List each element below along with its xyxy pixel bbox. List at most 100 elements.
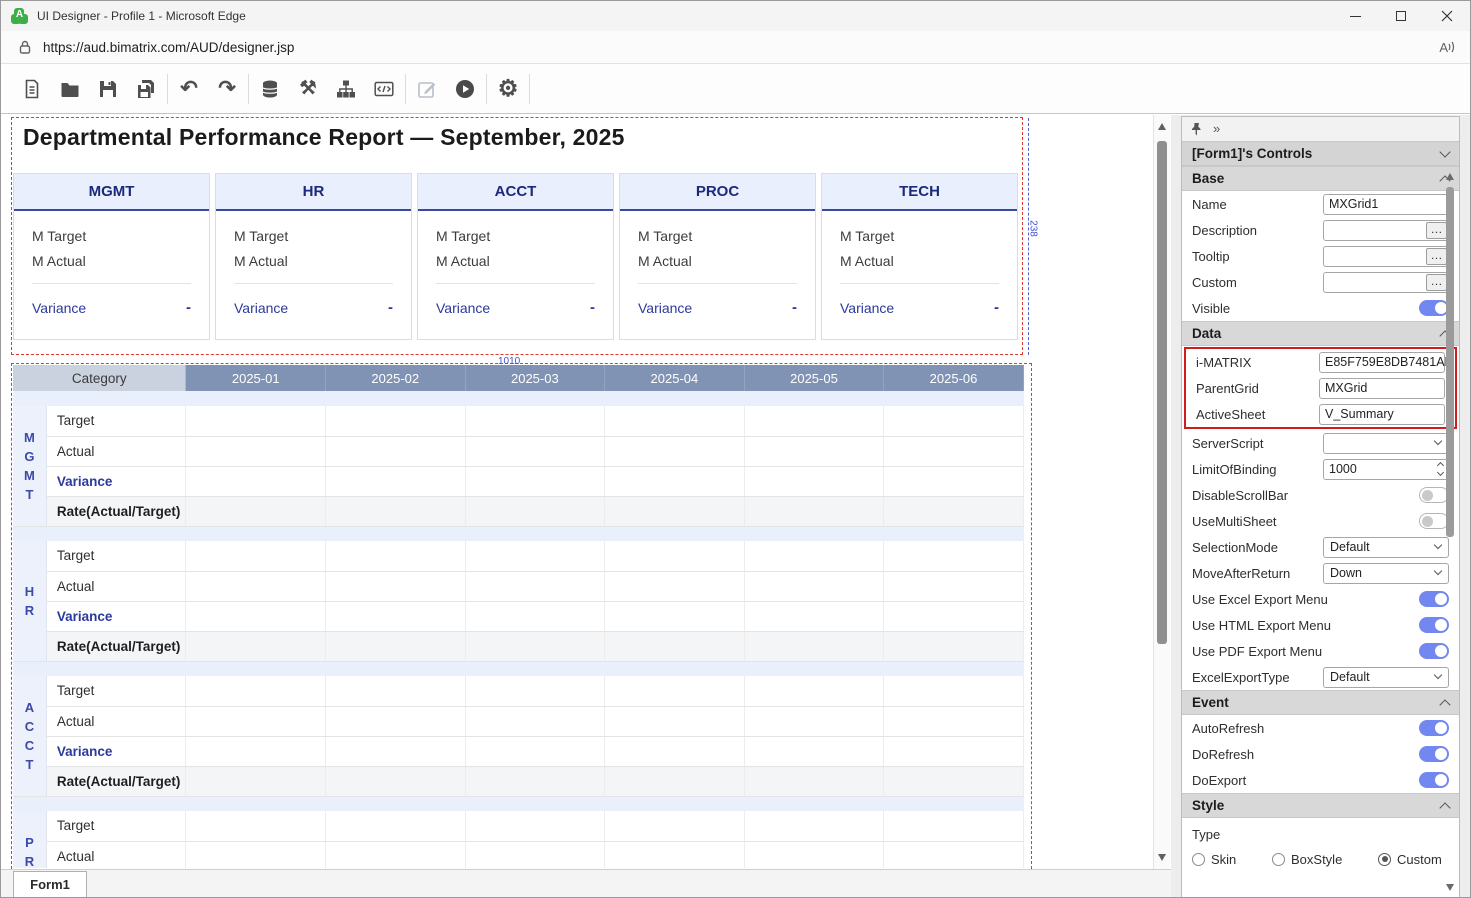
grid-cell[interactable] xyxy=(465,841,605,868)
grid-cell[interactable] xyxy=(605,631,745,661)
column-header-month[interactable]: 2025-05 xyxy=(744,365,884,391)
grid-cell[interactable] xyxy=(326,496,466,526)
tooltip-input[interactable]: … xyxy=(1323,246,1449,267)
grid-cell[interactable] xyxy=(605,766,745,796)
section-base[interactable]: Base xyxy=(1182,166,1459,191)
grid-cell[interactable] xyxy=(884,736,1024,766)
pin-icon[interactable] xyxy=(1190,122,1203,136)
grid-cell[interactable] xyxy=(884,841,1024,868)
collapse-panel-icon[interactable]: » xyxy=(1213,121,1220,136)
grid-cell[interactable] xyxy=(744,496,884,526)
name-input[interactable]: MXGrid1 xyxy=(1323,194,1449,215)
maximize-button[interactable] xyxy=(1378,1,1424,31)
grid-cell[interactable] xyxy=(744,676,884,706)
grid-cell[interactable] xyxy=(884,706,1024,736)
scrollbar-thumb[interactable] xyxy=(1446,187,1454,537)
grid-cell[interactable] xyxy=(186,571,326,601)
grid-cell[interactable] xyxy=(744,811,884,841)
grid-cell[interactable] xyxy=(326,601,466,631)
grid-cell[interactable] xyxy=(605,706,745,736)
grid-cell[interactable] xyxy=(744,736,884,766)
scroll-down-icon[interactable] xyxy=(1446,884,1454,891)
grid-cell[interactable] xyxy=(465,466,605,496)
new-document-button[interactable] xyxy=(13,71,51,107)
grid-cell[interactable] xyxy=(186,466,326,496)
read-aloud-button[interactable]: A xyxy=(1439,40,1456,55)
grid-cell[interactable] xyxy=(465,736,605,766)
grid-cell[interactable] xyxy=(465,601,605,631)
grid-cell[interactable] xyxy=(744,466,884,496)
grid-cell[interactable] xyxy=(605,811,745,841)
redo-button[interactable]: ↷ xyxy=(208,71,246,107)
edit-button[interactable] xyxy=(408,71,446,107)
grid-cell[interactable] xyxy=(326,736,466,766)
card-hr[interactable]: HR M Target M Actual Variance- xyxy=(215,173,412,340)
grid-cell[interactable] xyxy=(605,571,745,601)
grid-cell[interactable] xyxy=(326,811,466,841)
grid-cell[interactable] xyxy=(744,766,884,796)
grid-cell[interactable] xyxy=(605,676,745,706)
mxgrid-widget[interactable]: Category 2025-01 2025-02 2025-03 2025-04… xyxy=(13,365,1024,868)
grid-cell[interactable] xyxy=(744,571,884,601)
parentgrid-input[interactable]: MXGrid xyxy=(1319,378,1445,399)
url-text[interactable]: https://aud.bimatrix.com/AUD/designer.js… xyxy=(43,40,294,55)
minimize-button[interactable] xyxy=(1332,1,1378,31)
grid-cell[interactable] xyxy=(186,631,326,661)
moveafterreturn-select[interactable]: Down xyxy=(1323,563,1449,584)
excelexporttype-select[interactable]: Default xyxy=(1323,667,1449,688)
column-header-month[interactable]: 2025-06 xyxy=(884,365,1024,391)
spinner-arrows-icon[interactable] xyxy=(1438,463,1443,475)
grid-cell[interactable] xyxy=(326,406,466,436)
grid-cell[interactable] xyxy=(186,601,326,631)
grid-cell[interactable] xyxy=(605,736,745,766)
grid-cell[interactable] xyxy=(326,676,466,706)
grid-cell[interactable] xyxy=(884,631,1024,661)
grid-cell[interactable] xyxy=(326,436,466,466)
grid-cell[interactable] xyxy=(884,496,1024,526)
description-input[interactable]: … xyxy=(1323,220,1449,241)
grid-cell[interactable] xyxy=(884,406,1024,436)
column-header-month[interactable]: 2025-04 xyxy=(605,365,745,391)
section-style[interactable]: Style xyxy=(1182,793,1459,818)
grid-cell[interactable] xyxy=(465,706,605,736)
grid-cell[interactable] xyxy=(605,541,745,571)
grid-cell[interactable] xyxy=(186,736,326,766)
grid-cell[interactable] xyxy=(186,706,326,736)
grid-cell[interactable] xyxy=(326,466,466,496)
grid-cell[interactable] xyxy=(744,601,884,631)
grid-cell[interactable] xyxy=(605,406,745,436)
grid-cell[interactable] xyxy=(326,766,466,796)
serverscript-select[interactable] xyxy=(1323,433,1449,454)
card-tech[interactable]: TECH M Target M Actual Variance- xyxy=(821,173,1018,340)
undo-button[interactable]: ↶ xyxy=(170,71,208,107)
grid-cell[interactable] xyxy=(326,541,466,571)
grid-cell[interactable] xyxy=(326,571,466,601)
grid-cell[interactable] xyxy=(186,496,326,526)
card-proc[interactable]: PROC M Target M Actual Variance- xyxy=(619,173,816,340)
radio-custom[interactable]: Custom xyxy=(1378,852,1442,867)
grid-cell[interactable] xyxy=(884,601,1024,631)
grid-cell[interactable] xyxy=(744,406,884,436)
grid-cell[interactable] xyxy=(465,436,605,466)
grid-cell[interactable] xyxy=(186,841,326,868)
grid-cell[interactable] xyxy=(605,496,745,526)
save-all-button[interactable] xyxy=(127,71,165,107)
grid-cell[interactable] xyxy=(744,706,884,736)
grid-cell[interactable] xyxy=(465,496,605,526)
grid-cell[interactable] xyxy=(884,541,1024,571)
grid-cell[interactable] xyxy=(465,541,605,571)
column-header-month[interactable]: 2025-02 xyxy=(326,365,466,391)
grid-cell[interactable] xyxy=(465,631,605,661)
grid-cell[interactable] xyxy=(326,841,466,868)
grid-cell[interactable] xyxy=(605,601,745,631)
design-canvas[interactable]: Departmental Performance Report — Septem… xyxy=(1,115,1171,869)
report-title[interactable]: Departmental Performance Report — Septem… xyxy=(23,124,625,151)
scrollbar-thumb[interactable] xyxy=(1157,141,1167,644)
grid-cell[interactable] xyxy=(186,766,326,796)
grid-cell[interactable] xyxy=(744,841,884,868)
scroll-up-icon[interactable] xyxy=(1158,123,1166,130)
radio-skin[interactable]: Skin xyxy=(1192,852,1272,867)
radio-boxstyle[interactable]: BoxStyle xyxy=(1272,852,1378,867)
custom-input[interactable]: … xyxy=(1323,272,1449,293)
grid-cell[interactable] xyxy=(744,631,884,661)
